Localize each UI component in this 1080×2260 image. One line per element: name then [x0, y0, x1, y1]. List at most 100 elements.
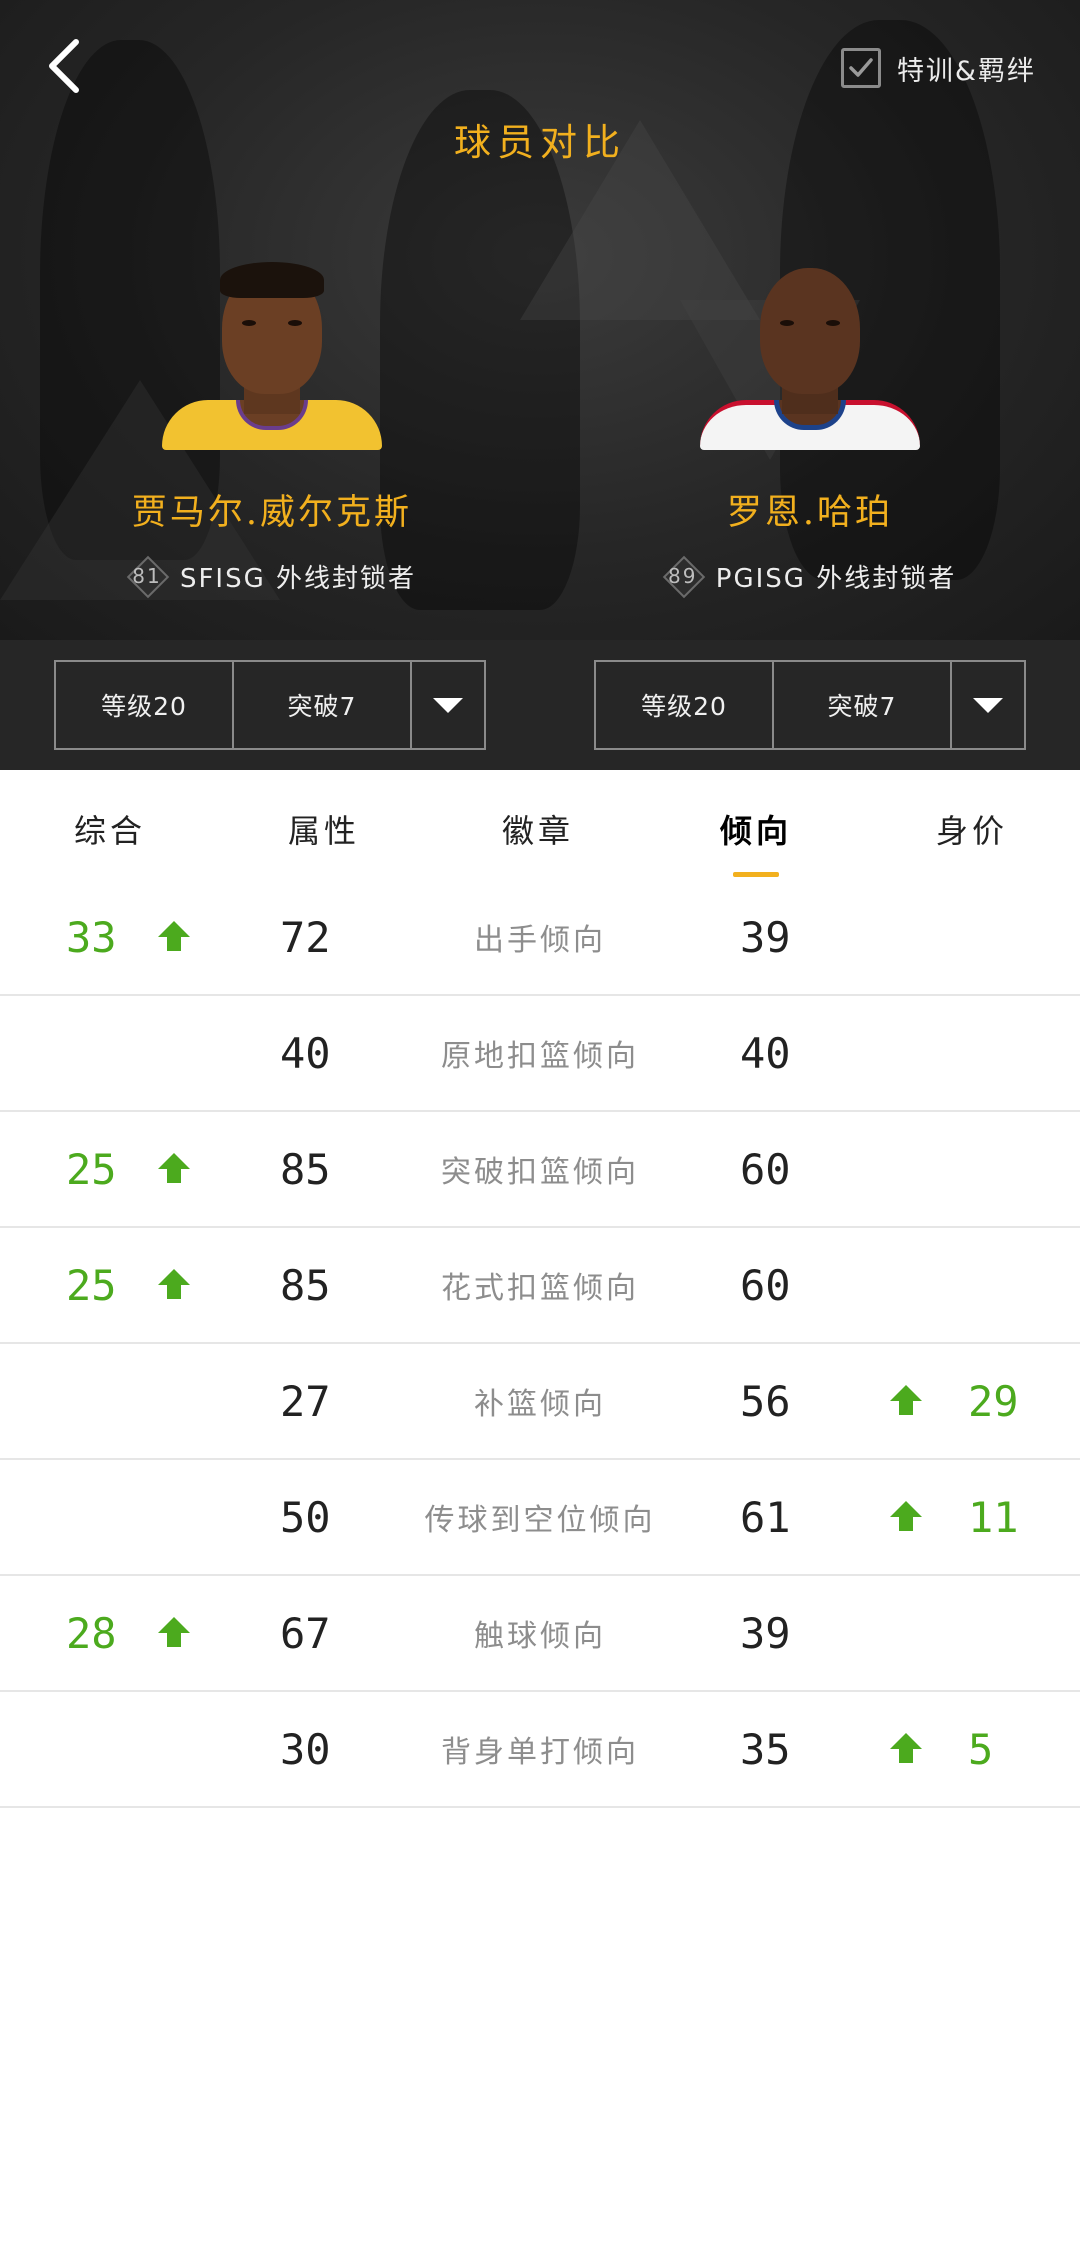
player-info: 81 SFISG 外线封锁者: [52, 557, 492, 595]
right-diff-value: [968, 1576, 1058, 1690]
right-player-value: 60: [740, 1144, 791, 1194]
left-player-value: 50: [280, 1492, 331, 1542]
right-player-value: 35: [740, 1724, 791, 1774]
head: [760, 268, 860, 394]
tab-value[interactable]: 身价: [892, 806, 1052, 852]
right-player-value: 39: [740, 1608, 791, 1658]
player-portrait: [700, 260, 920, 450]
tab-bar: 综合 属性 徽章 倾向 身价: [0, 770, 1080, 880]
train-checkbox[interactable]: [840, 48, 881, 88]
right-diff-value: [968, 1228, 1058, 1342]
tendency-name: 突破扣篮倾向: [441, 1155, 639, 1190]
player-portrait: [162, 260, 382, 450]
page-title: 球员对比: [454, 121, 626, 164]
left-diff-value: 28: [66, 1608, 117, 1658]
arrow-up-icon: [158, 1617, 190, 1647]
left-player-value: 85: [280, 1144, 331, 1194]
arrow-up-icon: [890, 1501, 922, 1531]
tendency-row: 40 原地扣篮倾向 40: [0, 996, 1080, 1112]
tendency-name: 补篮倾向: [474, 1387, 606, 1422]
tendency-row: 27 补篮倾向 56 29: [0, 1344, 1080, 1460]
tendency-row: 25 85 突破扣篮倾向 60: [0, 1112, 1080, 1228]
left-player-value: 30: [280, 1724, 331, 1774]
back-button[interactable]: [40, 36, 90, 96]
arrow-up-icon: [890, 1385, 922, 1415]
tendency-name: 触球倾向: [474, 1619, 606, 1654]
player-info: 89 PGISG 外线封锁者: [590, 557, 1030, 595]
right-diff-value: [968, 996, 1058, 1110]
left-diff-value: 33: [66, 912, 117, 962]
arrow-up-icon: [158, 1269, 190, 1299]
train-bond-label: 特训&羁绊: [896, 55, 1036, 87]
tendency-name: 传球到空位倾向: [424, 1503, 656, 1538]
left-diff-value: 25: [66, 1260, 117, 1310]
left-increase-indicator: [152, 880, 196, 994]
right-player-value: 56: [740, 1376, 791, 1426]
player-card-left[interactable]: 贾马尔.威尔克斯 81 SFISG 外线封锁者: [52, 260, 492, 595]
caret-down-icon: [433, 697, 463, 713]
left-increase-indicator: [152, 1112, 196, 1226]
eye: [826, 320, 840, 326]
tendency-row: 25 85 花式扣篮倾向 60: [0, 1228, 1080, 1344]
right-diff-value: [968, 880, 1058, 994]
player-selector-right: 等级20 突破7: [594, 660, 1026, 750]
eye: [242, 320, 256, 326]
tab-overall[interactable]: 综合: [30, 806, 190, 852]
player-card-right[interactable]: 罗恩.哈珀 89 PGISG 外线封锁者: [590, 260, 1030, 595]
dropdown-button[interactable]: [952, 662, 1024, 748]
level-select[interactable]: 等级20: [56, 662, 234, 748]
right-player-value: 60: [740, 1260, 791, 1310]
right-diff-value: 11: [968, 1492, 1019, 1542]
right-increase-indicator: [884, 1692, 928, 1806]
train-bond-toggle[interactable]: 特训&羁绊: [840, 46, 1036, 90]
breakthrough-select[interactable]: 突破7: [774, 662, 952, 748]
breakthrough-select[interactable]: 突破7: [234, 662, 412, 748]
header: 特训&羁绊 球员对比 贾马尔.威尔克斯 81 SFISG 外线封锁者 罗恩.哈珀…: [0, 0, 1080, 640]
tab-badges[interactable]: 徽章: [458, 806, 618, 852]
tendency-row: 33 72 出手倾向 39: [0, 880, 1080, 996]
player-name: 贾马尔.威尔克斯: [131, 493, 413, 533]
tab-attributes[interactable]: 属性: [244, 806, 404, 852]
left-player-value: 40: [280, 1028, 331, 1078]
tendency-name: 背身单打倾向: [441, 1735, 639, 1770]
tab-tendencies[interactable]: 倾向: [676, 806, 836, 852]
player-position: PGISG 外线封锁者: [715, 563, 957, 594]
caret-down-icon: [973, 697, 1003, 713]
tendency-list: 33 72 出手倾向 39 40 原地扣篮倾向 40 25 85 突破扣篮倾向 …: [0, 880, 1080, 1808]
right-player-value: 61: [740, 1492, 791, 1542]
player-name: 罗恩.哈珀: [726, 493, 894, 533]
left-player-value: 72: [280, 912, 331, 962]
left-player-value: 67: [280, 1608, 331, 1658]
tendency-row: 50 传球到空位倾向 61 11: [0, 1460, 1080, 1576]
left-player-value: 27: [280, 1376, 331, 1426]
right-diff-value: [968, 1112, 1058, 1226]
arrow-up-icon: [890, 1733, 922, 1763]
dropdown-button[interactable]: [412, 662, 484, 748]
right-player-value: 39: [740, 912, 791, 962]
tendency-name: 原地扣篮倾向: [441, 1039, 639, 1074]
right-diff-value: 29: [968, 1376, 1019, 1426]
active-tab-indicator: [733, 872, 779, 877]
right-diff-value: 5: [968, 1724, 994, 1774]
hair: [220, 262, 324, 298]
rating-badge: 89: [664, 557, 702, 595]
player-position: SFISG 外线封锁者: [179, 563, 417, 594]
arrow-up-icon: [158, 921, 190, 951]
arrow-up-icon: [158, 1153, 190, 1183]
left-increase-indicator: [152, 1228, 196, 1342]
tendency-row: 30 背身单打倾向 35 5: [0, 1692, 1080, 1808]
eye: [780, 320, 794, 326]
check-icon: [849, 58, 873, 77]
eye: [288, 320, 302, 326]
tendency-row: 28 67 触球倾向 39: [0, 1576, 1080, 1692]
left-diff-value: [66, 996, 146, 1110]
right-increase-indicator: [884, 1460, 928, 1574]
left-increase-indicator: [152, 1576, 196, 1690]
chevron-left-icon: [49, 39, 79, 93]
tendency-name: 出手倾向: [474, 923, 606, 958]
left-diff-value: [66, 1344, 146, 1458]
left-player-value: 85: [280, 1260, 331, 1310]
left-diff-value: 25: [66, 1144, 117, 1194]
rating-badge: 81: [128, 557, 166, 595]
level-select[interactable]: 等级20: [596, 662, 774, 748]
